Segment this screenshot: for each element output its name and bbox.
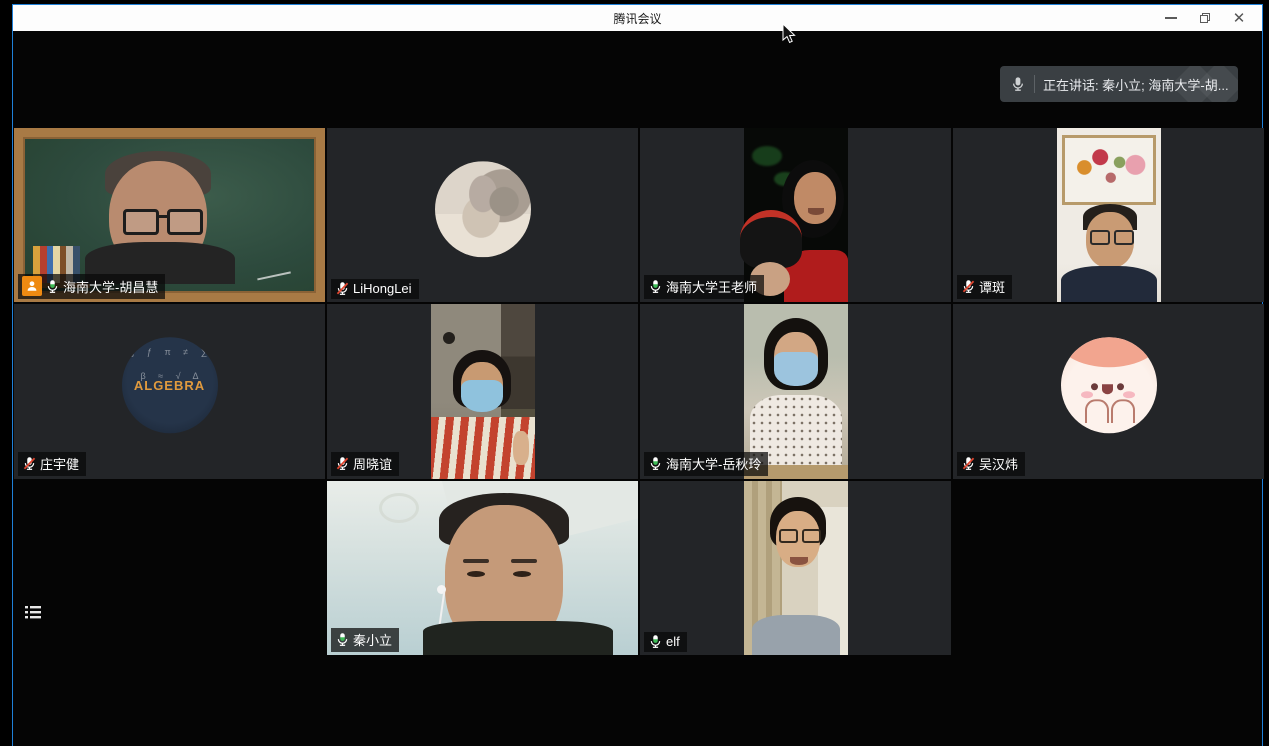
person-glasses bbox=[1090, 230, 1134, 245]
participant-name: 庄宇健 bbox=[40, 454, 79, 473]
name-label: 谭斑 bbox=[957, 275, 1012, 299]
face-mask bbox=[774, 352, 818, 386]
mic-on-icon bbox=[648, 634, 663, 649]
flower-painting bbox=[1062, 135, 1156, 205]
mic-muted-icon bbox=[335, 456, 350, 471]
microphone-icon bbox=[1010, 76, 1026, 92]
face-mask bbox=[461, 380, 503, 412]
participant-tile-elf[interactable]: elf bbox=[640, 481, 951, 655]
person-face bbox=[794, 172, 836, 224]
avatar-paw bbox=[1085, 400, 1109, 424]
participant-tile-qinxiaoli[interactable]: 秦小立 bbox=[327, 481, 638, 655]
active-speaker-indicator[interactable]: 正在讲话: 秦小立; 海南大学-胡... bbox=[1000, 66, 1238, 102]
mic-muted-icon bbox=[335, 281, 350, 296]
person-glasses bbox=[123, 209, 203, 235]
video-feed bbox=[1057, 128, 1161, 302]
avatar-eye bbox=[1091, 384, 1098, 391]
app-window: 腾讯会议 ✕ 正在讲话: 秦小立; 海南大学-胡... bbox=[12, 4, 1263, 746]
avatar-blush bbox=[1081, 392, 1093, 399]
name-label: 周晓谊 bbox=[331, 452, 399, 476]
mouse-cursor-icon bbox=[781, 23, 797, 45]
person-eye bbox=[467, 571, 485, 577]
peach-avatar bbox=[1061, 338, 1157, 434]
person-brow bbox=[463, 559, 489, 563]
video-feed bbox=[744, 481, 848, 655]
participant-name: elf bbox=[666, 634, 680, 649]
name-label: 海南大学-岳秋玲 bbox=[644, 452, 768, 476]
participant-tile-wanglaoshi[interactable]: 海南大学王老师 bbox=[640, 128, 951, 302]
participant-tile-yueqiuling[interactable]: 海南大学-岳秋玲 bbox=[640, 304, 951, 478]
mic-on-icon bbox=[335, 632, 350, 647]
person-mouth bbox=[808, 208, 824, 215]
mic-muted-icon bbox=[961, 279, 976, 294]
empty-grid-slot bbox=[953, 481, 1264, 655]
person-glasses bbox=[779, 529, 821, 543]
avatar-mouth bbox=[1102, 385, 1113, 395]
mic-on-icon bbox=[45, 279, 60, 294]
avatar-paw bbox=[1111, 400, 1135, 424]
restore-icon bbox=[1200, 13, 1210, 23]
mic-muted-icon bbox=[961, 456, 976, 471]
participant-name: 周晓谊 bbox=[353, 454, 392, 473]
close-button[interactable]: ✕ bbox=[1222, 5, 1256, 31]
maximize-button[interactable] bbox=[1188, 5, 1222, 31]
divider bbox=[1034, 75, 1035, 93]
participant-name: LiHongLei bbox=[353, 281, 412, 296]
participant-name: 海南大学-岳秋玲 bbox=[666, 454, 761, 473]
participant-name: 海南大学-胡昌慧 bbox=[63, 277, 158, 296]
participant-tile-lihonglei[interactable]: LiHongLei bbox=[327, 128, 638, 302]
video-feed bbox=[431, 304, 535, 478]
mic-muted-icon bbox=[22, 456, 37, 471]
person-shirt bbox=[1061, 266, 1157, 302]
name-label: 海南大学-胡昌慧 bbox=[18, 274, 165, 299]
name-label: 海南大学王老师 bbox=[644, 275, 764, 299]
person-eye bbox=[513, 571, 531, 577]
person-shirt bbox=[423, 621, 613, 655]
clock-decor bbox=[443, 332, 455, 344]
participant-tile-huchanghui[interactable]: 海南大学-胡昌慧 bbox=[14, 128, 325, 302]
baby-cap bbox=[740, 210, 802, 268]
person-mouth bbox=[790, 557, 808, 565]
baby-arm bbox=[513, 431, 529, 465]
avatar-eye bbox=[1117, 384, 1124, 391]
minimize-button[interactable] bbox=[1154, 5, 1188, 31]
participant-name: 谭斑 bbox=[979, 277, 1005, 296]
name-label: 秦小立 bbox=[331, 628, 399, 652]
empty-grid-slot bbox=[14, 481, 325, 655]
avatar-blush bbox=[1123, 392, 1135, 399]
name-label: 吴汉炜 bbox=[957, 452, 1025, 476]
list-icon bbox=[21, 600, 45, 624]
chalk-mark bbox=[255, 262, 291, 281]
avatar-text: ALGEBRA bbox=[134, 378, 205, 393]
close-icon: ✕ bbox=[1233, 11, 1246, 26]
mic-on-icon bbox=[648, 279, 663, 294]
video-grid: 海南大学-胡昌慧 LiHongLei bbox=[14, 128, 1264, 655]
name-label: LiHongLei bbox=[331, 279, 419, 299]
host-badge-icon bbox=[22, 276, 42, 296]
window-title: 腾讯会议 bbox=[613, 10, 661, 27]
ceiling-lamp bbox=[379, 493, 419, 523]
participant-tile-zhouxiaoyi[interactable]: 周晓谊 bbox=[327, 304, 638, 478]
peach-cap bbox=[1061, 338, 1157, 368]
mic-on-icon bbox=[648, 456, 663, 471]
name-label: 庄宇健 bbox=[18, 452, 86, 476]
participant-tile-tanban[interactable]: 谭斑 bbox=[953, 128, 1264, 302]
algebra-avatar: ∫ ƒ π ≠ ∑ β ≈ √ Δ ALGEBRA bbox=[122, 338, 218, 434]
title-bar[interactable]: 腾讯会议 ✕ bbox=[13, 5, 1262, 31]
participant-tile-wuhanwei[interactable]: 吴汉炜 bbox=[953, 304, 1264, 478]
baby-avatar bbox=[435, 161, 531, 257]
person-shirt bbox=[752, 615, 840, 655]
participant-name: 吴汉炜 bbox=[979, 454, 1018, 473]
person-brow bbox=[511, 559, 537, 563]
minimize-icon bbox=[1165, 17, 1177, 19]
speaker-list-toggle-button[interactable] bbox=[20, 599, 46, 625]
glasses-bridge bbox=[159, 215, 169, 218]
participant-name: 海南大学王老师 bbox=[666, 277, 757, 296]
leaf-decor bbox=[752, 146, 782, 166]
name-label: elf bbox=[644, 632, 687, 652]
meeting-content: 正在讲话: 秦小立; 海南大学-胡... bbox=[13, 31, 1262, 746]
participant-tile-zhuangyujian[interactable]: ∫ ƒ π ≠ ∑ β ≈ √ Δ ALGEBRA 庄宇健 bbox=[14, 304, 325, 478]
participant-name: 秦小立 bbox=[353, 630, 392, 649]
window-controls: ✕ bbox=[1154, 5, 1256, 31]
